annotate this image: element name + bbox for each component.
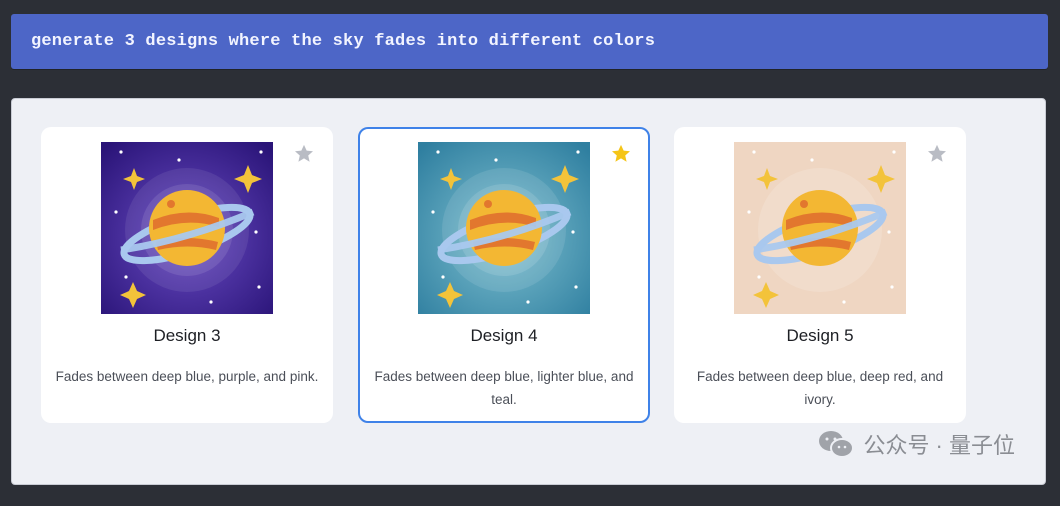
favorite-star-icon[interactable] bbox=[926, 143, 948, 165]
planet-illustration bbox=[734, 142, 906, 314]
favorite-star-icon[interactable] bbox=[293, 143, 315, 165]
design-description: Fades between deep blue, purple, and pin… bbox=[55, 369, 319, 384]
design-5-thumbnail bbox=[734, 142, 906, 314]
design-card-3[interactable]: Design 3 Fades between deep blue, purple… bbox=[41, 127, 333, 423]
design-4-thumbnail bbox=[418, 142, 590, 314]
watermark-text: 公众号 · 量子位 bbox=[863, 433, 1015, 458]
design-card-4[interactable]: Design 4 Fades between deep blue, lighte… bbox=[358, 127, 650, 423]
design-description: Fades between deep blue, lighter blue, a… bbox=[374, 369, 634, 407]
planet-illustration bbox=[418, 142, 590, 314]
design-card-5[interactable]: Design 5 Fades between deep blue, deep r… bbox=[674, 127, 966, 423]
wechat-icon bbox=[819, 431, 855, 458]
design-3-thumbnail bbox=[101, 142, 273, 314]
design-title: Design 5 bbox=[786, 326, 854, 345]
planet-illustration bbox=[101, 142, 273, 314]
design-title: Design 3 bbox=[153, 326, 221, 345]
prompt-bar: generate 3 designs where the sky fades i… bbox=[11, 14, 1048, 69]
design-title: Design 4 bbox=[470, 326, 538, 345]
designs-panel: Design 3 Fades between deep blue, purple… bbox=[11, 98, 1046, 485]
favorite-star-icon[interactable] bbox=[610, 143, 632, 165]
watermark: 公众号 · 量子位 bbox=[817, 428, 1015, 460]
prompt-text: generate 3 designs where the sky fades i… bbox=[31, 32, 656, 51]
design-description: Fades between deep blue, deep red, and i… bbox=[696, 369, 944, 407]
